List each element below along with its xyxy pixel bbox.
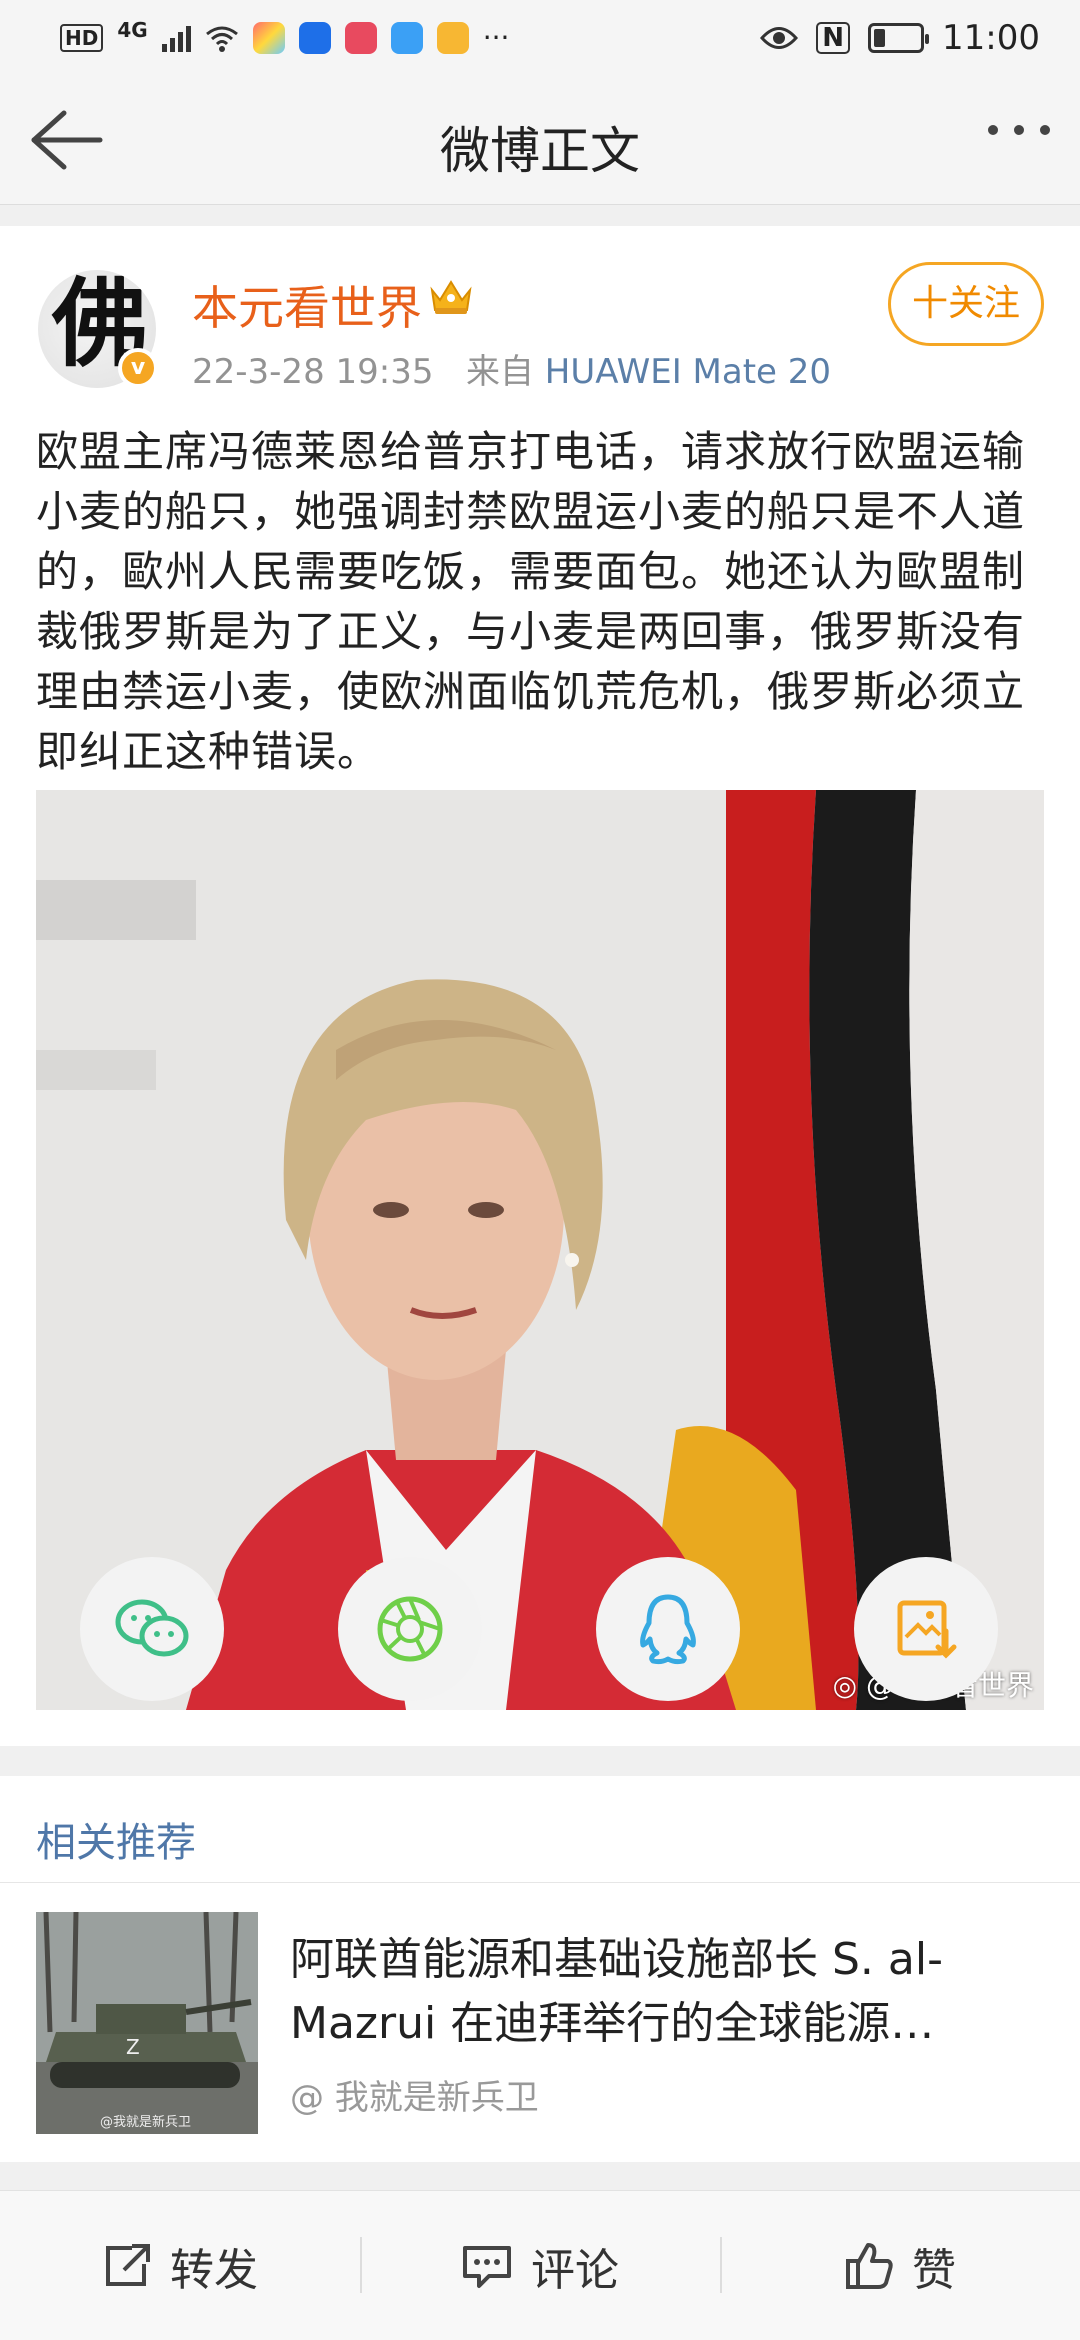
post-body-text: 欧盟主席冯德莱恩给普京打电话，请求放行欧盟运输小麦的船只，她强调封禁欧盟运小麦的… xyxy=(36,427,1026,776)
divider xyxy=(0,1882,1080,1883)
source-prefix: 来自 xyxy=(465,352,534,392)
qq-icon xyxy=(640,1594,696,1665)
related-item-thumbnail[interactable]: Z @我就是新兵卫 xyxy=(36,1912,258,2134)
related-section-title: 相关推荐 xyxy=(36,1820,196,1866)
eye-icon xyxy=(760,26,799,49)
bottom-action-bar: 转发 评论 赞 xyxy=(0,2190,1080,2340)
status-bar: HD 4G ··· N 11:00 xyxy=(0,0,1080,75)
related-section: 相关推荐 Z @我就是新兵卫 阿联酋能源和基础设施部长 S. al-Mazrui… xyxy=(0,1780,1080,2162)
signal-icon xyxy=(161,24,191,52)
thumbs-up-icon xyxy=(846,2242,893,2289)
clock: 11:00 xyxy=(942,17,1040,58)
post-meta: 22-3-28 19:35 来自 HUAWEI Mate 20 xyxy=(192,344,831,393)
moments-icon xyxy=(377,1596,443,1662)
verified-badge: v xyxy=(118,348,158,388)
wechat-icon xyxy=(115,1599,189,1657)
book-icon xyxy=(344,21,377,54)
like-label: 赞 xyxy=(912,2244,956,2296)
note-icon xyxy=(436,21,469,54)
wifi-icon xyxy=(205,26,238,52)
more-notifications: ··· xyxy=(482,21,510,54)
repost-button[interactable]: 转发 xyxy=(0,2191,360,2340)
member-crown-icon xyxy=(430,280,472,314)
weibo-logo-icon: ◎ xyxy=(832,1669,858,1702)
author-name[interactable]: 本元看世界 xyxy=(192,272,422,338)
like-button[interactable]: 赞 xyxy=(720,2191,1080,2340)
dot-icon xyxy=(988,125,998,135)
follow-button[interactable]: 十关注 xyxy=(888,262,1044,346)
lightbulb-icon xyxy=(298,21,331,54)
page-title: 微博正文 xyxy=(440,122,640,180)
share-moments-button[interactable] xyxy=(338,1557,482,1701)
save-image-button[interactable] xyxy=(854,1557,998,1701)
post-timestamp: 22-3-28 19:35 xyxy=(192,352,434,392)
tank-photo: Z xyxy=(36,1912,258,2134)
dot-icon xyxy=(1014,125,1024,135)
more-options-button[interactable] xyxy=(988,125,1050,135)
share-wechat-button[interactable] xyxy=(80,1557,224,1701)
thumbnail-watermark: @我就是新兵卫 xyxy=(100,2115,192,2130)
nfc-icon: N xyxy=(816,21,851,54)
top-nav-bar: 微博正文 xyxy=(0,75,1080,205)
source-device[interactable]: HUAWEI Mate 20 xyxy=(545,352,831,392)
related-item-title[interactable]: 阿联酋能源和基础设施部长 S. al-Mazrui 在迪拜举行的全球能源… xyxy=(290,1928,1046,2056)
repost-icon xyxy=(106,2243,150,2286)
comment-icon xyxy=(463,2245,511,2288)
svg-text:Z: Z xyxy=(126,2035,140,2059)
save-image-icon xyxy=(897,1600,957,1659)
comment-button[interactable]: 评论 xyxy=(360,2191,720,2340)
comment-label: 评论 xyxy=(531,2244,619,2296)
hd-indicator: HD xyxy=(60,23,104,52)
share-qq-button[interactable] xyxy=(596,1557,740,1701)
repost-label: 转发 xyxy=(170,2244,258,2296)
app-notification-icon xyxy=(252,21,285,54)
dot-icon xyxy=(1040,125,1050,135)
network-type: 4G xyxy=(117,17,148,42)
battery-icon xyxy=(868,22,930,53)
post-card: 佛 v 本元看世界 22-3-28 19:35 来自 HUAWEI Mate 2… xyxy=(0,226,1080,1956)
cloud-icon xyxy=(390,21,423,54)
related-item-author[interactable]: @ 我就是新兵卫 xyxy=(290,2070,539,2119)
